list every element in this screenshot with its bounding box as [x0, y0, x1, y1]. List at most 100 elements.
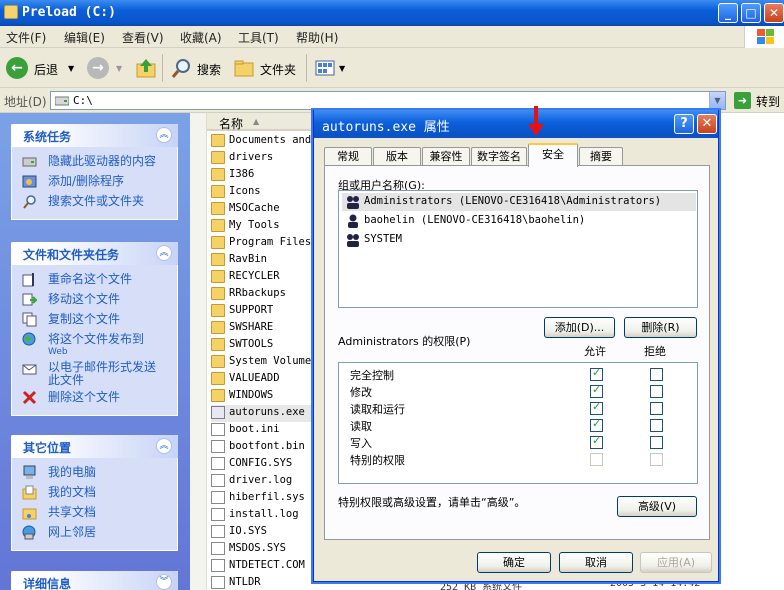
- task-hide-drive[interactable]: 隐藏此驱动器的内容: [22, 153, 177, 173]
- deny-checkbox[interactable]: [650, 385, 663, 398]
- details-header[interactable]: 详细信息 ︾: [11, 571, 178, 590]
- file-row[interactable]: Icons: [211, 184, 321, 201]
- up-folder-icon[interactable]: [135, 57, 157, 79]
- file-row[interactable]: MSDOS.SYS: [211, 541, 321, 558]
- tab-compatibility[interactable]: 兼容性: [422, 147, 470, 166]
- file-row[interactable]: My Tools: [211, 218, 321, 235]
- file-row[interactable]: RECYCLER: [211, 269, 321, 286]
- task-publish-web[interactable]: 将这个文件发布到 Web: [22, 331, 177, 361]
- apply-button[interactable]: 应用(A): [640, 552, 712, 573]
- go-label[interactable]: 转到: [756, 93, 780, 110]
- folders-label[interactable]: 文件夹: [260, 61, 296, 78]
- menu-favorites[interactable]: 收藏(A): [180, 29, 222, 46]
- address-input[interactable]: C:\ ▼: [50, 91, 726, 110]
- file-row[interactable]: VALUEADD: [211, 371, 321, 388]
- deny-checkbox[interactable]: [650, 368, 663, 381]
- help-button[interactable]: ?: [674, 114, 694, 134]
- file-row[interactable]: install.log: [211, 507, 321, 524]
- file-row[interactable]: NTDETECT.COM: [211, 558, 321, 575]
- user-row-baohelin[interactable]: baohelin (LENOVO-CE316418\baohelin): [342, 212, 696, 230]
- file-row[interactable]: SUPPORT: [211, 303, 321, 320]
- folders-icon[interactable]: [233, 57, 255, 79]
- allow-checkbox[interactable]: [590, 400, 603, 415]
- menu-tools[interactable]: 工具(T): [238, 29, 279, 46]
- menu-view[interactable]: 查看(V): [122, 29, 164, 46]
- file-row[interactable]: MSOCache: [211, 201, 321, 218]
- deny-checkbox[interactable]: [650, 453, 663, 466]
- place-shared-documents[interactable]: 共享文档: [22, 504, 177, 524]
- address-dropdown-icon[interactable]: ▼: [709, 92, 725, 109]
- minimize-button[interactable]: _: [718, 3, 738, 23]
- go-arrow-icon[interactable]: ➜: [734, 92, 751, 109]
- task-move[interactable]: 移动这个文件: [22, 291, 177, 311]
- allow-checkbox[interactable]: [590, 453, 603, 466]
- expand-icon[interactable]: ︾: [156, 574, 172, 590]
- file-row[interactable]: CONFIG.SYS: [211, 456, 321, 473]
- search-label[interactable]: 搜索: [197, 61, 221, 78]
- allow-checkbox[interactable]: [590, 417, 603, 432]
- file-row[interactable]: Documents and: [211, 133, 321, 150]
- task-email[interactable]: 以电子邮件形式发送此文件: [22, 361, 177, 389]
- close-button[interactable]: ✕: [764, 3, 784, 23]
- task-add-remove-programs[interactable]: 添加/删除程序: [22, 173, 177, 193]
- tab-summary[interactable]: 摘要: [579, 147, 623, 166]
- file-row[interactable]: NTLDR: [211, 575, 321, 590]
- tab-security[interactable]: 安全: [528, 143, 578, 167]
- tab-general[interactable]: 常规: [324, 147, 372, 166]
- file-row[interactable]: hiberfil.sys: [211, 490, 321, 507]
- cancel-button[interactable]: 取消: [559, 552, 633, 573]
- place-my-computer[interactable]: 我的电脑: [22, 464, 177, 484]
- file-row[interactable]: WINDOWS: [211, 388, 321, 405]
- menu-help[interactable]: 帮助(H): [296, 29, 338, 46]
- allow-checkbox[interactable]: [590, 366, 603, 381]
- column-header-name[interactable]: 名称 ▲: [207, 113, 327, 131]
- deny-checkbox[interactable]: [650, 419, 663, 432]
- back-arrow-icon[interactable]: ←: [6, 57, 28, 79]
- file-row[interactable]: IO.SYS: [211, 524, 321, 541]
- place-my-documents[interactable]: 我的文档: [22, 484, 177, 504]
- user-row-system[interactable]: SYSTEM: [342, 231, 696, 249]
- task-rename[interactable]: 重命名这个文件: [22, 271, 177, 291]
- file-row[interactable]: Program Files: [211, 235, 321, 252]
- user-row-administrators[interactable]: Administrators (LENOVO-CE316418\Administ…: [342, 193, 696, 211]
- dialog-close-button[interactable]: ✕: [697, 114, 717, 134]
- file-tasks-header[interactable]: 文件和文件夹任务 ︽: [11, 242, 178, 265]
- file-row[interactable]: autoruns.exe: [211, 405, 321, 422]
- maximize-button[interactable]: □: [741, 3, 761, 23]
- allow-checkbox[interactable]: [590, 434, 603, 449]
- tab-version[interactable]: 版本: [373, 147, 421, 166]
- tab-digital-signature[interactable]: 数字签名: [471, 147, 527, 166]
- allow-checkbox[interactable]: [590, 383, 603, 398]
- file-row[interactable]: System Volume: [211, 354, 321, 371]
- collapse-icon[interactable]: ︽: [156, 245, 172, 261]
- file-row[interactable]: bootfont.bin: [211, 439, 321, 456]
- file-row[interactable]: RavBin: [211, 252, 321, 269]
- file-row[interactable]: RRbackups: [211, 286, 321, 303]
- file-row[interactable]: drivers: [211, 150, 321, 167]
- views-icon[interactable]: [314, 57, 336, 79]
- forward-arrow-icon[interactable]: →: [87, 57, 109, 79]
- system-tasks-header[interactable]: 系统任务 ︽: [11, 124, 178, 147]
- file-row[interactable]: I386: [211, 167, 321, 184]
- back-label[interactable]: 后退: [34, 61, 58, 78]
- collapse-icon[interactable]: ︽: [156, 127, 172, 143]
- views-dropdown-icon[interactable]: ▼: [339, 64, 345, 73]
- file-list-scrollbar[interactable]: [190, 113, 207, 590]
- advanced-button[interactable]: 高级(V): [617, 496, 697, 517]
- task-copy[interactable]: 复制这个文件: [22, 311, 177, 331]
- place-network[interactable]: 网上邻居: [22, 524, 177, 544]
- search-icon[interactable]: [170, 57, 192, 79]
- file-row[interactable]: SWSHARE: [211, 320, 321, 337]
- deny-checkbox[interactable]: [650, 436, 663, 449]
- file-row[interactable]: boot.ini: [211, 422, 321, 439]
- menu-file[interactable]: 文件(F): [6, 29, 46, 46]
- other-places-header[interactable]: 其它位置 ︽: [11, 435, 178, 458]
- menu-edit[interactable]: 编辑(E): [64, 29, 105, 46]
- forward-dropdown-icon[interactable]: ▼: [116, 64, 122, 73]
- remove-button[interactable]: 删除(R): [624, 317, 697, 338]
- file-row[interactable]: SWTOOLS: [211, 337, 321, 354]
- add-button[interactable]: 添加(D)...: [544, 317, 615, 338]
- file-row[interactable]: driver.log: [211, 473, 321, 490]
- deny-checkbox[interactable]: [650, 402, 663, 415]
- collapse-icon[interactable]: ︽: [156, 438, 172, 454]
